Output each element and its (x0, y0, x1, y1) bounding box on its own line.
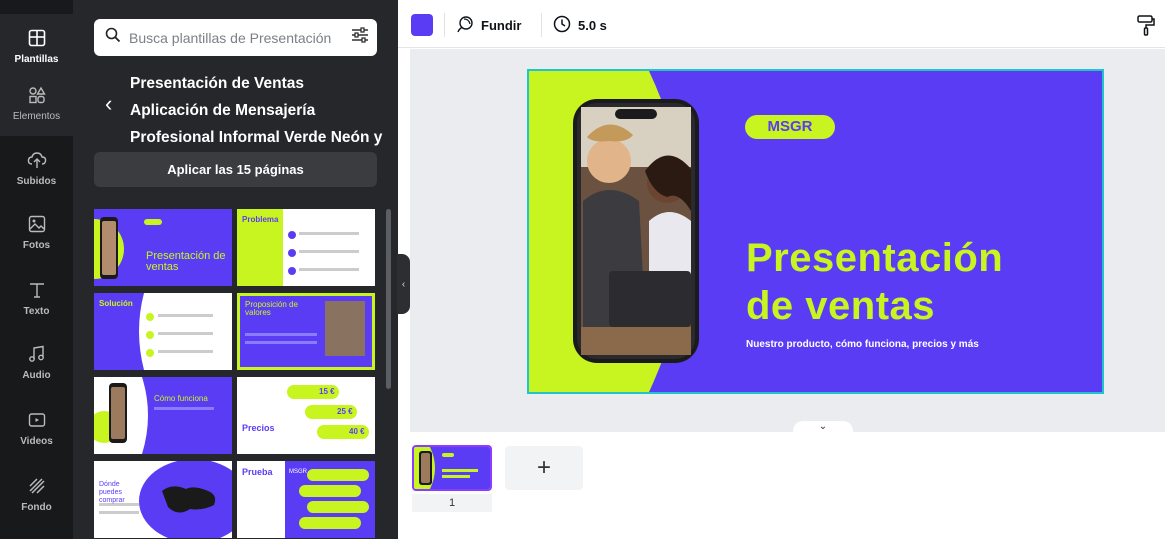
sidebar-item-label: Texto (23, 306, 50, 317)
elements-icon (26, 84, 48, 106)
canvas-area: MSGR Presentación de ventas Nuestro prod… (410, 49, 1165, 437)
collapse-panel-button[interactable]: ‹ (397, 254, 410, 314)
sidebar-item-label: Fondo (21, 502, 52, 513)
page-thumb-art (414, 447, 490, 489)
thumb-title: Presentación de ventas (146, 250, 226, 273)
slide-tag: MSGR (767, 118, 813, 135)
page-thumbnail[interactable] (412, 445, 492, 491)
sidebar-item-background[interactable]: Fondo (0, 462, 73, 526)
price-label: 15 € (319, 387, 335, 396)
thumb-title: Dónde puedes comprar (99, 481, 125, 504)
template-thumbnail[interactable]: Solución (94, 293, 232, 370)
sidebar-item-label: Audio (22, 370, 51, 381)
sidebar-rail: Plantillas Elementos Subidos Fotos Texto… (0, 0, 73, 539)
sidebar-item-uploads[interactable]: Subidos (0, 136, 73, 200)
panel-scrollbar[interactable] (386, 209, 391, 389)
price-label: 40 € (349, 427, 365, 436)
template-thumbnail[interactable]: Cómo funciona (94, 377, 232, 454)
toolbar-divider (541, 13, 542, 37)
thumb-title: Cómo funciona (154, 394, 208, 403)
thumb-title: Prueba (242, 467, 273, 477)
thumb-title: Problema (242, 215, 279, 224)
transition-button[interactable]: Fundir (456, 12, 521, 38)
music-note-icon (26, 343, 48, 365)
slide-title-line1: Presentación (746, 236, 1004, 280)
thumb-title: Precios (242, 423, 275, 433)
price-label: 25 € (337, 407, 353, 416)
sidebar-item-text[interactable]: Texto (0, 266, 73, 330)
sidebar-item-label: Plantillas (14, 54, 59, 65)
upload-cloud-icon (26, 149, 48, 171)
filter-icon[interactable] (351, 27, 369, 48)
background-pattern-icon (26, 475, 48, 497)
sidebar-item-label: Subidos (16, 176, 57, 187)
template-thumbnails: Presentación de ventas Problema Solución (94, 209, 379, 539)
back-chevron-icon[interactable]: ‹ (105, 92, 123, 116)
sidebar-item-elements[interactable]: Elementos (0, 70, 73, 136)
thumb-art (94, 217, 162, 279)
templates-panel: ‹ Presentación de Ventas Aplicación de M… (73, 0, 398, 539)
text-icon (26, 279, 48, 301)
search-bar (94, 19, 377, 56)
copy-style-paint-roller-icon[interactable] (1136, 14, 1156, 36)
sidebar-item-label: Videos (20, 436, 53, 447)
pages-strip: 1 + (410, 432, 1165, 539)
transition-label: Fundir (481, 17, 522, 33)
thumb-art (287, 385, 369, 439)
sidebar-item-label: Elementos (12, 111, 61, 122)
slide-title-line2: de ventas (746, 284, 936, 328)
add-page-button[interactable]: + (505, 446, 583, 490)
sidebar-item-audio[interactable]: Audio (0, 330, 73, 394)
sidebar-item-photos[interactable]: Fotos (0, 200, 73, 264)
search-icon (105, 27, 121, 48)
template-thumbnail[interactable]: Prueba MSGR (237, 461, 375, 538)
template-thumbnail[interactable]: Dónde puedes comprar (94, 461, 232, 538)
toolbar-divider (444, 13, 445, 37)
clock-icon (553, 15, 571, 36)
video-icon (26, 409, 48, 431)
sidebar-item-templates[interactable]: Plantillas (0, 14, 73, 78)
duration-button[interactable]: 5.0 s (553, 12, 607, 38)
page-number: 1 (412, 494, 492, 512)
templates-icon (26, 27, 48, 49)
thumb-title: Solución (99, 299, 133, 308)
thumb-tag: MSGR (289, 469, 307, 475)
template-thumbnail[interactable]: Precios 15 € 25 € 40 € (237, 377, 375, 454)
search-input[interactable] (129, 29, 351, 46)
template-thumbnail[interactable]: Proposición de valores (237, 293, 375, 370)
template-thumbnail[interactable]: Problema (237, 209, 375, 286)
duration-label: 5.0 s (578, 17, 607, 33)
apply-all-pages-button[interactable]: Aplicar las 15 páginas (94, 152, 377, 187)
photos-icon (26, 213, 48, 235)
sidebar-item-videos[interactable]: Videos (0, 396, 73, 460)
transition-icon (456, 15, 474, 36)
sidebar-item-label: Fotos (22, 240, 51, 251)
template-thumbnail[interactable]: Presentación de ventas (94, 209, 232, 286)
color-swatch[interactable] (411, 14, 433, 36)
toolbar: Fundir 5.0 s (398, 0, 1165, 48)
thumb-title: Proposición de valores (245, 300, 298, 317)
slide-canvas[interactable]: MSGR Presentación de ventas Nuestro prod… (527, 69, 1104, 394)
thumb-art (94, 377, 214, 454)
slide-subtitle: Nuestro producto, cómo funciona, precios… (746, 339, 979, 350)
